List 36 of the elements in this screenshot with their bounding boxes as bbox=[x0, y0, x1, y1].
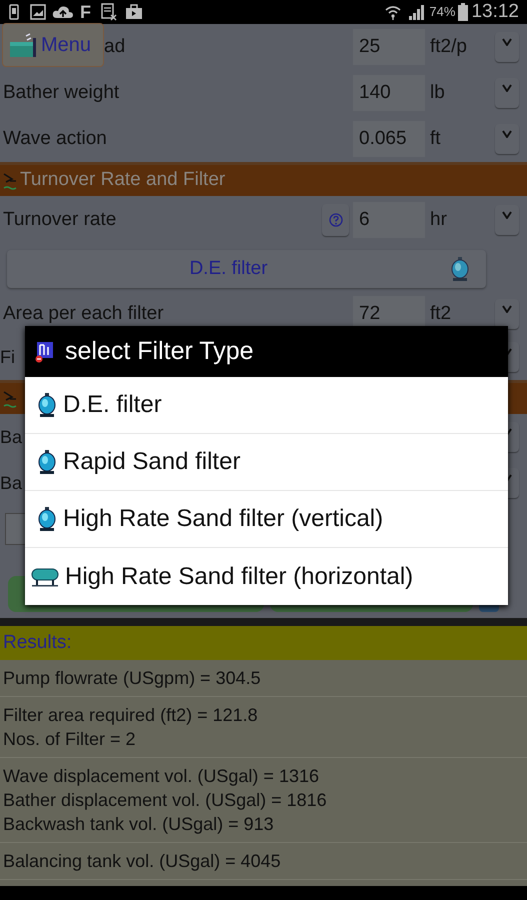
field-label: Bather weight bbox=[2, 80, 120, 105]
result-line: Backwash tank vol. (USgal) = 913 bbox=[3, 813, 275, 836]
filter-option[interactable]: D.E. filter bbox=[25, 377, 508, 434]
result-line: Wave displacement vol. (USgal) = 1316 bbox=[3, 765, 320, 788]
result-line: Balancing tank vol. (USgal) = 4045 bbox=[3, 850, 282, 873]
results-header: Results: bbox=[0, 626, 527, 660]
dialog-title: select Filter Type bbox=[65, 336, 254, 367]
field-label: Wave action bbox=[2, 126, 107, 151]
section-title: Turnover Rate and Filter bbox=[20, 168, 226, 192]
battery-percent: 74% bbox=[429, 3, 456, 22]
value-field[interactable]: 140 bbox=[353, 75, 425, 111]
filter-type-button[interactable]: D.E. filter bbox=[7, 250, 486, 288]
unit-label: ft bbox=[429, 126, 442, 151]
result-line: Bather displacement vol. (USgal) = 1816 bbox=[3, 789, 328, 812]
result-line: Filter area required (ft2) = 121.8 bbox=[3, 704, 259, 727]
unit-label: hr bbox=[429, 208, 448, 232]
field-label: ad bbox=[104, 34, 126, 59]
result-line: Nos. of Filter = 2 bbox=[3, 728, 137, 751]
result-line: Pump flowrate (USgpm) = 304.5 bbox=[3, 667, 262, 690]
app-glyph: F bbox=[80, 0, 91, 24]
field-label: Area per each filter bbox=[2, 302, 164, 326]
filter-option[interactable]: Rapid Sand filter bbox=[25, 434, 508, 491]
value-field[interactable]: 6 bbox=[353, 202, 425, 238]
value-field[interactable]: 0.065 bbox=[353, 121, 425, 157]
field-label: Ba bbox=[0, 472, 22, 494]
clock: 13:12 bbox=[471, 0, 519, 24]
field-label: Ba bbox=[0, 426, 22, 448]
unit-label: ft2/p bbox=[429, 34, 468, 59]
value-field[interactable]: 25 bbox=[353, 29, 425, 65]
unit-label: ft2 bbox=[429, 302, 452, 326]
menu-button[interactable]: Menu bbox=[2, 23, 104, 67]
filter-option[interactable]: High Rate Sand filter (vertical) bbox=[25, 491, 508, 548]
filter-option[interactable]: High Rate Sand filter (horizontal) bbox=[25, 548, 508, 605]
unit-label: lb bbox=[429, 80, 446, 105]
field-label: Fi bbox=[0, 346, 15, 368]
field-label: Turnover rate bbox=[2, 208, 116, 232]
